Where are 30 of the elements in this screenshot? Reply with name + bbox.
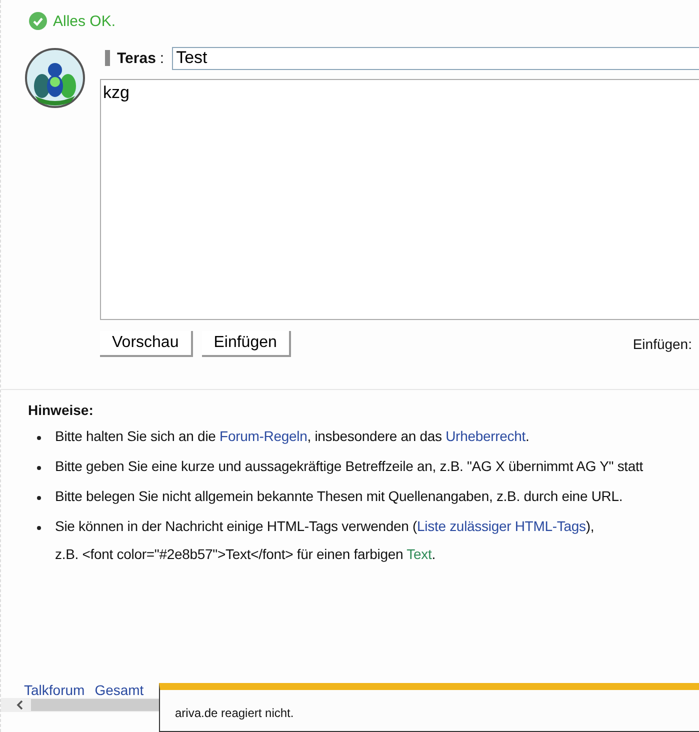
message-field[interactable]: kzg: [100, 79, 699, 320]
notification-text: ariva.de reagiert nicht.: [175, 706, 294, 720]
footer-link[interactable]: Talkforum: [24, 682, 85, 698]
hint-text: z.B. <font color="#2e8b57">Text</font> für einen farbigen Text.: [55, 546, 436, 562]
drag-handle[interactable]: [105, 50, 110, 66]
hint-text: Bitte halten Sie sich an die Forum-Regeln, insbesondere an das Urheberrecht.: [55, 428, 530, 444]
hint-text: Sie können in der Nachricht einige HTML-Tags verwenden (Liste zulässiger HTML-Tags),: [55, 518, 594, 534]
bullet-icon: [37, 466, 41, 470]
scroll-left-icon[interactable]: [15, 700, 25, 710]
check-icon: [29, 12, 47, 30]
bullet-icon: [37, 436, 41, 440]
form-button[interactable]: Vorschau: [100, 331, 193, 357]
form-button[interactable]: Einfügen: [202, 331, 291, 357]
subject-field[interactable]: Test: [172, 46, 699, 70]
scrollbar[interactable]: [1, 698, 159, 712]
status-message: Alles OK.: [53, 12, 116, 30]
bullet-icon: [37, 496, 41, 500]
avatar-icon: [25, 48, 85, 108]
user-name: Teras: [117, 50, 156, 66]
colored-sample: Text: [406, 546, 432, 562]
hint-link[interactable]: Forum-Regeln: [220, 428, 308, 444]
hint-text: Bitte belegen Sie nicht allgemein bekannte Thesen mit Quellenangaben, z.B. durch eine URL.: [55, 488, 623, 504]
insert-label: Einfügen:: [632, 336, 692, 352]
hint-text: Bitte geben Sie eine kurze und aussagekräftige Betreffzeile an, z.B. "AG X übernimmt AG Y" statt: [55, 458, 644, 474]
hint-link[interactable]: Urheberrecht: [446, 428, 526, 444]
separator: :: [160, 50, 164, 66]
bullet-icon: [37, 526, 41, 530]
hints-title: Hinweise:: [28, 402, 94, 418]
hint-link[interactable]: Liste zulässiger HTML-Tags: [417, 518, 586, 534]
footer-link[interactable]: Gesamt: [94, 682, 144, 698]
